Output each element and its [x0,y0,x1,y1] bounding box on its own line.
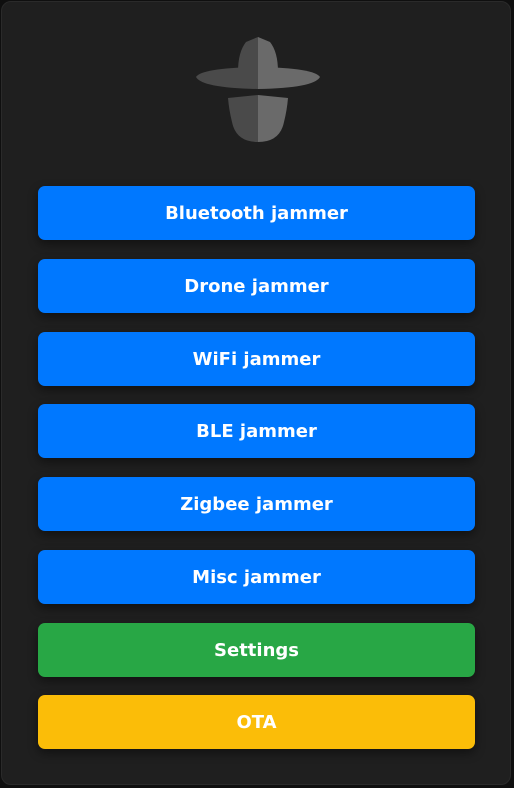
drone-jammer-button[interactable]: Drone jammer [38,259,475,313]
spy-hat-icon [192,32,324,144]
misc-jammer-button[interactable]: Misc jammer [38,550,475,604]
zigbee-jammer-button[interactable]: Zigbee jammer [38,477,475,531]
ota-button[interactable]: OTA [38,695,475,749]
ble-jammer-button[interactable]: BLE jammer [38,404,475,458]
bluetooth-jammer-button[interactable]: Bluetooth jammer [38,186,475,240]
wifi-jammer-button[interactable]: WiFi jammer [38,332,475,386]
settings-button[interactable]: Settings [38,623,475,677]
